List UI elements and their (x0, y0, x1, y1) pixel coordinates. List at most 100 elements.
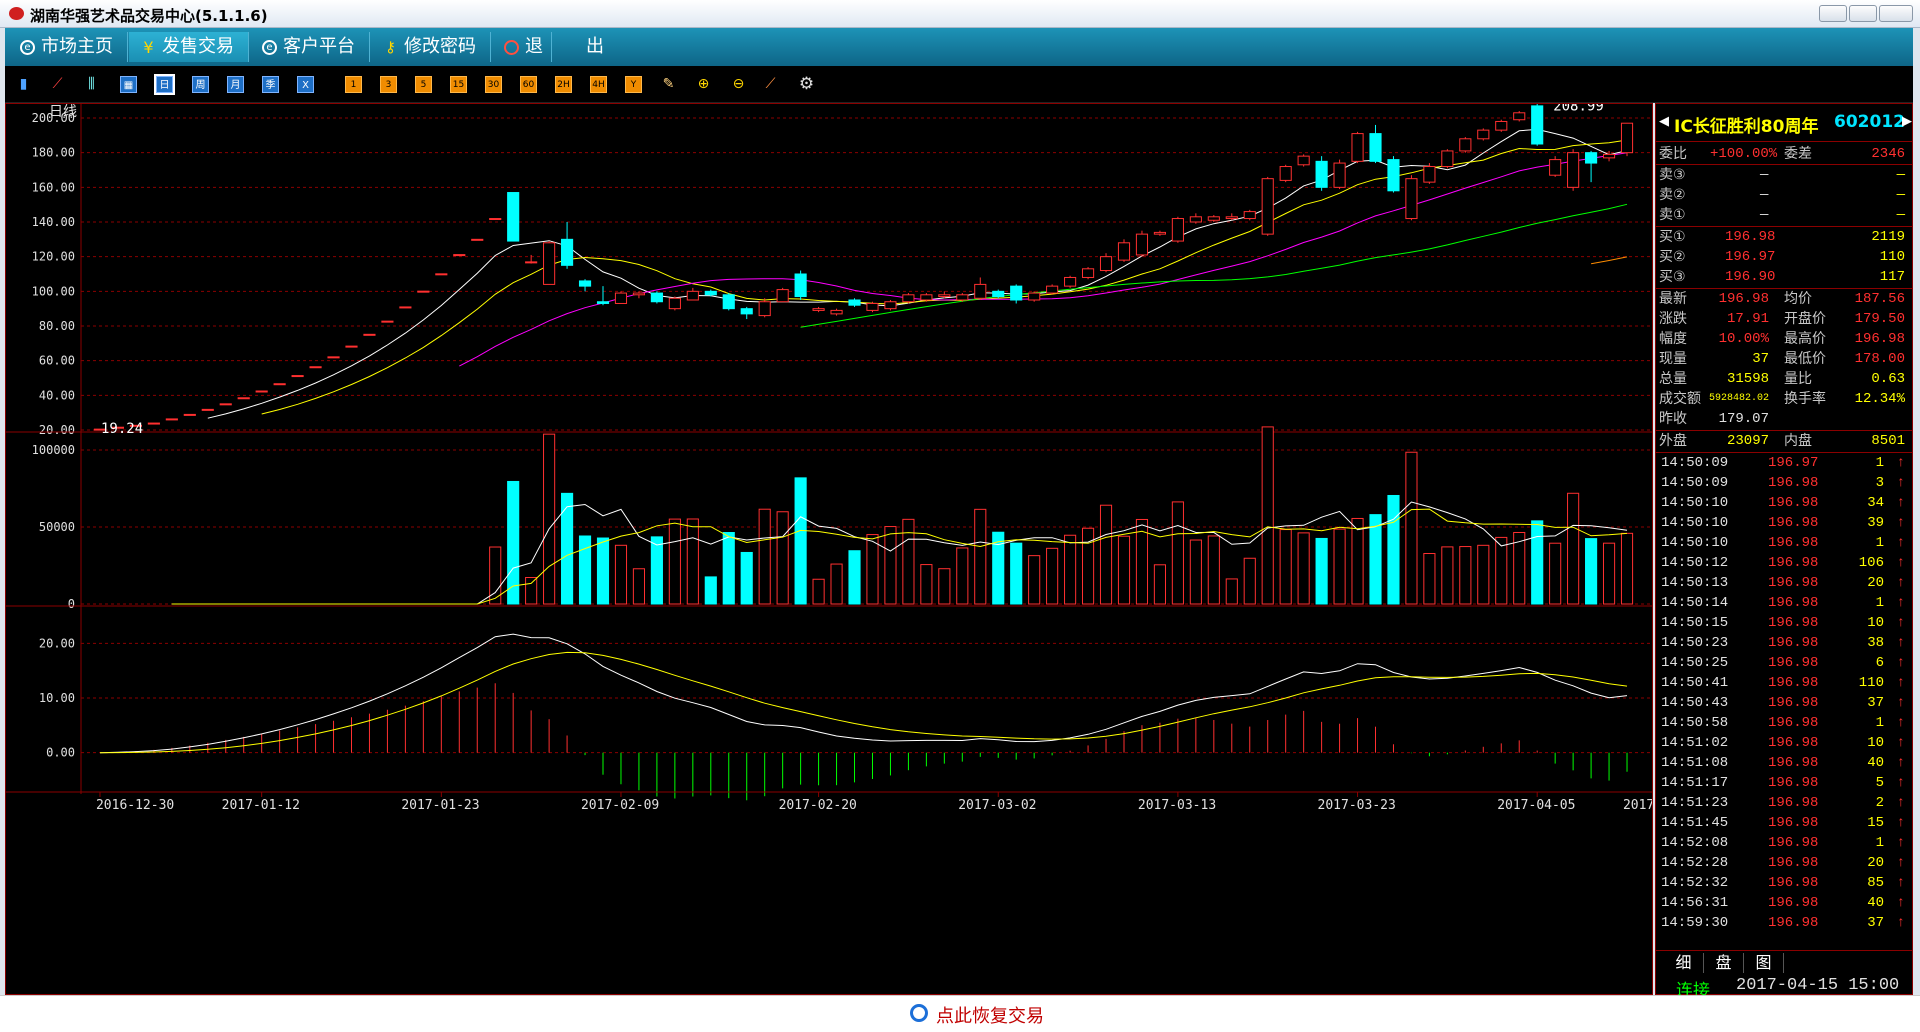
period-custom-button[interactable]: X (297, 76, 314, 93)
volume-bar (1585, 538, 1598, 605)
volume-bar (812, 578, 825, 605)
gear-icon[interactable]: ⚙ (798, 76, 815, 93)
date-tick-label: 2017-01-23 (401, 798, 479, 813)
up-arrow-icon: ↑ (1896, 775, 1905, 791)
next-stock-icon[interactable]: ▶ (1902, 114, 1912, 129)
stat-label: 总量 (1659, 371, 1687, 387)
tick-time: 14:50:09 (1661, 455, 1729, 471)
tick-row: 14:59:30 196.98 37 ↑ (1656, 913, 1912, 933)
period-week-button[interactable]: 周 (192, 76, 209, 93)
up-arrow-icon: ↑ (1896, 755, 1905, 771)
hour-2-button[interactable]: 2H (555, 76, 572, 93)
menu-logout[interactable]: 退 (492, 32, 552, 62)
menu-market-home[interactable]: e 市场主页 (8, 32, 128, 62)
kline-chart-panel[interactable]: 日线 200.00 180.00 160.00 140.00 120.00 100.00 80… (5, 103, 1653, 995)
menu-client-platform[interactable]: e 客户平台 (250, 32, 370, 62)
stat-row: 成交额 5928482.02 换手率 12.34% (1656, 389, 1912, 409)
period-month-button[interactable]: 月 (227, 76, 244, 93)
zoom-out-icon[interactable]: ⊖ (730, 76, 747, 93)
minimize-button[interactable] (1819, 5, 1847, 22)
bid-label: 买② (1659, 249, 1686, 265)
kline-chart[interactable]: 日线200.00180.00160.00140.00120.00100.0080… (6, 104, 1652, 994)
ask-label: 卖② (1659, 187, 1686, 203)
minute-30-button[interactable]: 30 (485, 76, 502, 93)
tick-row: 14:50:13 196.98 20 ↑ (1656, 573, 1912, 593)
tick-time: 14:52:28 (1661, 855, 1729, 871)
menu-label: 发售交易 (162, 36, 234, 57)
stock-header: ◀ IC长征胜利80周年 602012 ▶ (1656, 104, 1912, 142)
minute-5-button[interactable]: 5 (415, 76, 432, 93)
tab-detail[interactable]: 细 (1664, 953, 1704, 973)
minute-1-button[interactable]: 1 (345, 76, 362, 93)
date-tick-label: 2017-04-15 (1623, 798, 1652, 813)
price-tick-label: 120.00 (32, 250, 75, 264)
tick-price: 196.98 (1768, 855, 1819, 871)
tick-volume: 1 (1875, 455, 1884, 471)
candle-body (1171, 218, 1184, 242)
up-arrow-icon: ↑ (1896, 895, 1905, 911)
zoom-in-icon[interactable]: ⊕ (695, 76, 712, 93)
tab-orderbook[interactable]: 盘 (1704, 953, 1744, 973)
globe-icon: e (20, 40, 35, 55)
line-chart-icon[interactable]: ⟋ (49, 76, 66, 93)
bid-volume: 110 (1879, 249, 1905, 265)
up-arrow-icon: ↑ (1896, 615, 1905, 631)
candle-body (1567, 152, 1580, 188)
ma-line (459, 152, 1628, 367)
maximize-button[interactable] (1849, 5, 1877, 22)
tick-time: 14:50:09 (1661, 475, 1729, 491)
up-arrow-icon: ↑ (1896, 595, 1905, 611)
close-button[interactable] (1879, 5, 1913, 22)
note-icon[interactable]: ✎ (660, 76, 677, 93)
year-button[interactable]: Y (625, 76, 642, 93)
candle-body (1189, 216, 1202, 223)
tick-time: 14:59:30 (1661, 915, 1729, 931)
minute-3-button[interactable]: 3 (380, 76, 397, 93)
minute-15-button[interactable]: 15 (450, 76, 467, 93)
bar-chart-icon[interactable]: ▮ (15, 76, 32, 93)
high-price-label: 208.99 (1553, 104, 1604, 114)
restore-trading-link[interactable]: 点此恢复交易 (910, 1002, 1044, 1028)
volume-bar (884, 526, 897, 605)
draw-line-icon[interactable]: ⟋ (762, 76, 779, 93)
volume-bar (1046, 547, 1059, 605)
price-tick-label: 100.00 (32, 284, 75, 298)
date-tick-label: 2017-02-09 (581, 798, 659, 813)
tab-chart[interactable]: 图 (1744, 953, 1784, 973)
candle-body (561, 238, 574, 266)
candle-body (740, 308, 753, 315)
price-tick-label: 200.00 (32, 111, 75, 125)
candle-body (1081, 268, 1095, 278)
app-logo-icon (9, 7, 24, 20)
volume-bar (1064, 534, 1077, 605)
candle-body (1135, 233, 1149, 256)
up-arrow-icon: ↑ (1896, 815, 1905, 831)
stat-row: 总量 31598 量比 0.63 (1656, 369, 1912, 389)
menu-sales-trade[interactable]: ¥ 发售交易 (129, 32, 249, 62)
price-tick-label: 180.00 (32, 146, 75, 160)
weibi-label: 委比 (1659, 146, 1687, 162)
minute-60-button[interactable]: 60 (520, 76, 537, 93)
tick-row: 14:50:14 196.98 1 ↑ (1656, 593, 1912, 613)
tick-row: 14:50:09 196.98 3 ↑ (1656, 473, 1912, 493)
stat-row: 涨跌 17.91 开盘价 179.50 (1656, 309, 1912, 329)
candle-body (1028, 292, 1041, 301)
tick-time: 14:50:43 (1661, 695, 1729, 711)
hour-4-button[interactable]: 4H (590, 76, 607, 93)
menu-exit[interactable]: 出 (553, 32, 613, 62)
period-quarter-button[interactable]: 季 (262, 76, 279, 93)
tick-row: 14:50:41 196.98 110 ↑ (1656, 673, 1912, 693)
ask-label: 卖① (1659, 207, 1686, 223)
candle-body (471, 238, 484, 241)
volume-bar (866, 534, 879, 605)
prev-stock-icon[interactable]: ◀ (1659, 114, 1669, 129)
menu-change-password[interactable]: ⚷ 修改密码 (371, 32, 491, 62)
period-day-button[interactable]: 日 (154, 74, 175, 95)
bid-row: 买② 196.97 110 (1656, 247, 1912, 267)
volume-bar (543, 433, 556, 605)
candle-body (219, 403, 232, 406)
candle-body (1549, 159, 1562, 176)
calendar-icon[interactable]: ▦ (120, 76, 137, 93)
candlestick-icon[interactable]: ⫼ (83, 76, 100, 93)
candle-body (902, 294, 915, 303)
